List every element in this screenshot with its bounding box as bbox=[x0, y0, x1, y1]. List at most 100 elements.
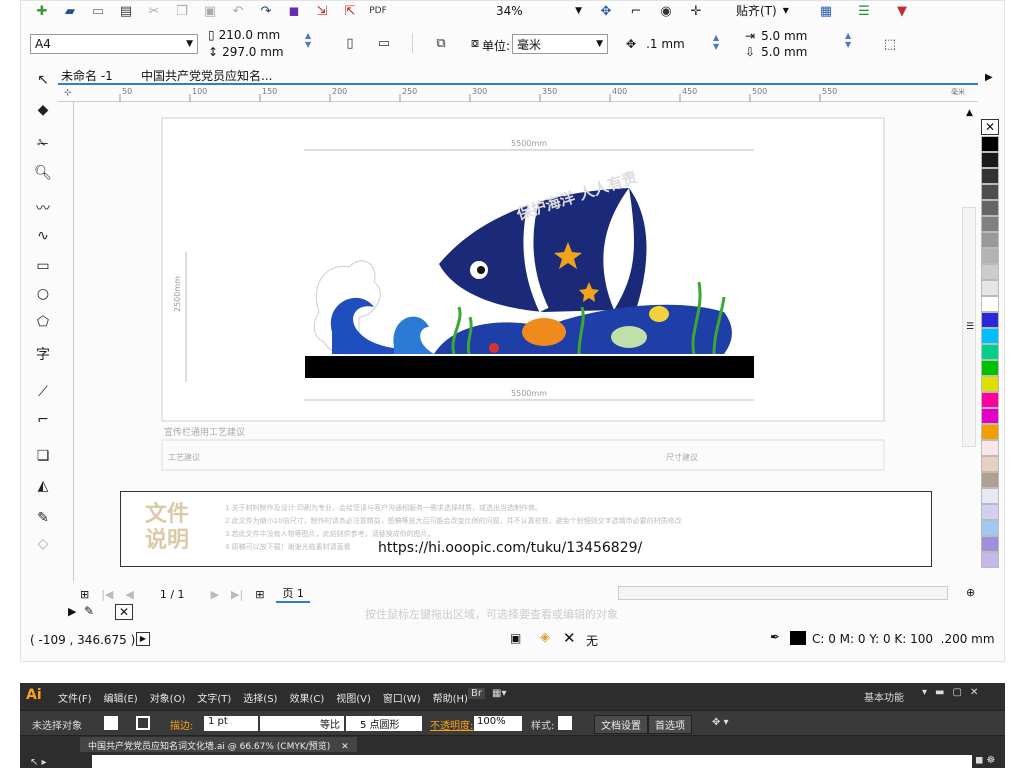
landscape-icon[interactable]: ▭ bbox=[374, 33, 394, 53]
fullscreen-icon[interactable]: ✥ bbox=[596, 1, 616, 21]
arrange-icon[interactable]: ✥ ▾ bbox=[712, 717, 729, 728]
arrange-docs-icon[interactable]: ▦▾ bbox=[492, 688, 506, 699]
ai-selection-tool-icon[interactable]: ↖ ▸ bbox=[30, 757, 47, 768]
palette-swatch[interactable] bbox=[981, 424, 999, 440]
export-icon[interactable]: ⇱ bbox=[340, 1, 360, 21]
tab-untitled[interactable]: 未命名 -1 bbox=[61, 67, 113, 84]
palette-swatch[interactable] bbox=[981, 248, 999, 264]
nudge-spinner[interactable]: ▲ ▼ bbox=[713, 33, 719, 51]
artistic-media-icon[interactable]: ∿ bbox=[33, 226, 53, 246]
vertical-ruler[interactable] bbox=[58, 102, 74, 582]
snap-dropdown[interactable]: 贴齐(T) ▼ bbox=[736, 2, 789, 19]
copy-icon[interactable]: ❐ bbox=[172, 1, 192, 21]
last-page-icon[interactable]: ▶| bbox=[231, 588, 243, 601]
stroke-weight-field[interactable]: 1 pt bbox=[204, 716, 258, 731]
crop-tool-icon[interactable]: ✁ bbox=[33, 134, 53, 154]
guidelines-icon[interactable]: ✛ bbox=[686, 1, 706, 21]
new-document-icon[interactable]: ✚ bbox=[32, 1, 52, 21]
page-width-field[interactable]: ▯ 210.0 mm bbox=[208, 28, 280, 42]
palette-swatch[interactable] bbox=[981, 376, 999, 392]
palette-swatch[interactable] bbox=[981, 392, 999, 408]
first-page-icon[interactable]: |◀ bbox=[101, 588, 113, 601]
ai-menu-item[interactable]: 选择(S) bbox=[243, 690, 277, 705]
palette-swatch[interactable] bbox=[981, 232, 999, 248]
options-icon[interactable]: ☰ bbox=[854, 1, 874, 21]
palette-swatch[interactable] bbox=[981, 344, 999, 360]
ai-menu-item[interactable]: 编辑(E) bbox=[104, 690, 138, 705]
duplicate-y-field[interactable]: ⇩ 5.0 mm bbox=[745, 45, 807, 59]
unit-select[interactable]: 毫米 ▼ bbox=[512, 34, 608, 54]
ruler-origin-icon[interactable]: ⊹ bbox=[64, 88, 72, 98]
ellipse-tool-icon[interactable]: ○ bbox=[33, 284, 53, 304]
workspace-switcher[interactable]: 基本功能 bbox=[864, 689, 904, 704]
status-arrow-icon[interactable]: ▶ bbox=[136, 632, 150, 646]
polygon-tool-icon[interactable]: ⬠ bbox=[33, 312, 53, 332]
palette-swatch[interactable] bbox=[981, 264, 999, 280]
ai-menu-item[interactable]: 对象(O) bbox=[150, 690, 186, 705]
view-eye-icon[interactable]: ◉ bbox=[656, 1, 676, 21]
palette-swatch[interactable] bbox=[981, 520, 999, 536]
open-folder-icon[interactable]: ▰ bbox=[60, 1, 80, 21]
rectangle-tool-icon[interactable]: ▭ bbox=[33, 256, 53, 276]
tab-party-member[interactable]: 中国共产党党员应知名... bbox=[141, 67, 272, 84]
palette-swatch[interactable] bbox=[981, 552, 999, 568]
text-tool-icon[interactable]: 字 bbox=[33, 344, 53, 364]
palette-swatch[interactable] bbox=[981, 408, 999, 424]
palette-swatch[interactable] bbox=[981, 152, 999, 168]
freehand-tool-icon[interactable]: 〰 bbox=[33, 198, 53, 218]
zoom-tool-icon[interactable]: 🔍︎ bbox=[33, 163, 53, 183]
fill-swatch[interactable] bbox=[104, 716, 118, 730]
duplicate-x-field[interactable]: ⇥ 5.0 mm bbox=[745, 29, 807, 43]
portrait-icon[interactable]: ▯ bbox=[340, 33, 360, 53]
document-setup-button[interactable]: 文档设置 bbox=[594, 715, 648, 734]
all-pages-icon[interactable]: ⧉ bbox=[431, 33, 451, 53]
ai-document-tab[interactable]: 中国共产党党员应知名词文化墙.ai @ 66.67% (CMYK/预览) ✕ bbox=[80, 737, 357, 752]
close-window-icon[interactable]: ✕ bbox=[970, 687, 978, 698]
paste-icon[interactable]: ▣ bbox=[200, 1, 220, 21]
graphic-style-swatch[interactable] bbox=[558, 716, 572, 730]
welcome-screen-icon[interactable]: ▦ bbox=[816, 1, 836, 21]
stroke-profile-select[interactable]: 等比 bbox=[260, 716, 344, 731]
palette-swatch[interactable] bbox=[981, 136, 999, 152]
minimize-icon[interactable]: ▬ bbox=[935, 687, 944, 698]
zoom-select[interactable]: 34% ▼ bbox=[491, 1, 587, 21]
redo-icon[interactable]: ↷ bbox=[256, 1, 276, 21]
eyedropper-icon[interactable]: ✎ bbox=[84, 604, 94, 618]
horizontal-scrollbar[interactable] bbox=[618, 586, 948, 600]
bridge-icon[interactable]: Br bbox=[468, 688, 485, 699]
undo-icon[interactable]: ↶ bbox=[228, 1, 248, 21]
palette-swatch[interactable] bbox=[981, 216, 999, 232]
cut-icon[interactable]: ✂ bbox=[144, 1, 164, 21]
palette-swatch[interactable] bbox=[981, 280, 999, 296]
page-tab[interactable]: 页 1 bbox=[276, 585, 310, 603]
palette-scroll-up-icon[interactable]: ▲ bbox=[966, 108, 973, 118]
rulers-icon[interactable]: ⌐ bbox=[626, 1, 646, 21]
palette-swatch[interactable] bbox=[981, 504, 999, 520]
ai-menu-item[interactable]: 帮助(H) bbox=[433, 690, 468, 705]
palette-menu-icon[interactable]: ☰ bbox=[966, 322, 974, 332]
no-color-swatch[interactable]: ✕ bbox=[115, 604, 133, 620]
stroke-swatch[interactable] bbox=[136, 716, 150, 730]
maximize-icon[interactable]: ▢ bbox=[952, 687, 961, 698]
prev-page-icon[interactable]: ◀ bbox=[125, 588, 133, 601]
import-icon[interactable]: ⇲ bbox=[312, 1, 332, 21]
pdf-icon[interactable]: PDF bbox=[368, 1, 388, 21]
save-icon[interactable]: ▭ bbox=[88, 1, 108, 21]
page-size-select[interactable]: A4 ▼ bbox=[30, 34, 198, 54]
horizontal-ruler[interactable]: 50 100 150 200 250 300 350 400 450 500 550 毫米 bbox=[58, 86, 978, 102]
ai-canvas[interactable] bbox=[92, 755, 972, 769]
workspace-chevron-icon[interactable]: ▾ bbox=[922, 687, 927, 698]
size-spinner[interactable]: ▲ ▼ bbox=[305, 31, 311, 49]
palette-swatch[interactable] bbox=[981, 472, 999, 488]
page-height-field[interactable]: ↕ 297.0 mm bbox=[208, 45, 284, 59]
ai-menu-item[interactable]: 视图(V) bbox=[336, 690, 371, 705]
application-launcher-icon[interactable]: ▼ bbox=[892, 1, 912, 21]
add-page-after-icon[interactable]: ⊞ bbox=[255, 588, 264, 601]
drop-shadow-icon[interactable]: ❏ bbox=[33, 446, 53, 466]
ai-menu-item[interactable]: 文件(F) bbox=[58, 690, 92, 705]
ai-menu-item[interactable]: 文字(T) bbox=[197, 690, 231, 705]
treat-as-filled-icon[interactable]: ⬚ bbox=[880, 34, 900, 54]
palette-no-color[interactable]: ✕ bbox=[981, 119, 999, 135]
brush-select[interactable]: 5 点圆形 bbox=[346, 716, 422, 731]
close-tab-icon[interactable]: ✕ bbox=[341, 742, 349, 752]
